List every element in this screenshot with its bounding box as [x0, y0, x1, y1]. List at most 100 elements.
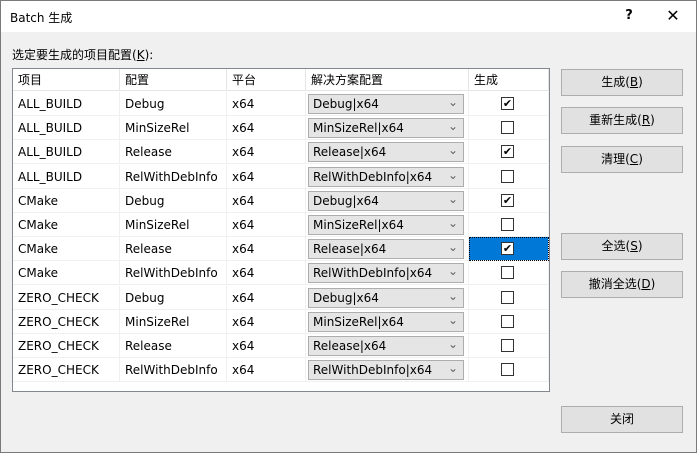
- solution-config-dropdown[interactable]: RelWithDebInfo|x64 ⌄: [308, 263, 464, 284]
- solution-config-dropdown[interactable]: Debug|x64 ⌄: [308, 94, 464, 114]
- platform-cell: x64: [227, 140, 306, 165]
- solution-config-cell: RelWithDebInfo|x64 ⌄: [306, 261, 469, 286]
- platform-cell: x64: [227, 309, 306, 334]
- project-config-grid[interactable]: 项目 配置 平台 解决方案配置 生成 ALL_BUILD Debug x64 Debu…: [12, 68, 550, 392]
- solution-config-cell: Release|x64 ⌄: [306, 140, 469, 165]
- chevron-down-icon: ⌄: [447, 119, 458, 134]
- project-cell: ALL_BUILD: [13, 116, 120, 141]
- solution-config-cell: MinSizeRel|x64 ⌄: [306, 309, 469, 334]
- checkmark-icon: ✔: [502, 145, 513, 159]
- solution-config-dropdown[interactable]: Release|x64 ⌄: [308, 239, 464, 260]
- build-checkbox[interactable]: ✔: [501, 97, 514, 110]
- solution-config-dropdown[interactable]: MinSizeRel|x64 ⌄: [308, 118, 464, 139]
- project-cell: ZERO_CHECK: [13, 334, 120, 358]
- platform-cell: x64: [227, 116, 306, 141]
- table-row[interactable]: ZERO_CHECK Debug x64 Debug|x64 ⌄: [13, 285, 549, 310]
- solution-config-dropdown[interactable]: Debug|x64 ⌄: [308, 287, 464, 308]
- table-row[interactable]: ALL_BUILD RelWithDebInfo x64 RelWithDebInfo…: [13, 164, 549, 189]
- config-cell: MinSizeRel: [120, 116, 227, 141]
- deselect-all-button[interactable]: 撤消全选(D): [561, 271, 683, 298]
- project-cell: ALL_BUILD: [13, 92, 120, 116]
- solution-config-dropdown[interactable]: MinSizeRel|x64 ⌄: [308, 215, 464, 235]
- grid-header: 项目 配置 平台 解决方案配置 生成: [13, 69, 549, 91]
- solution-config-dropdown[interactable]: Debug|x64 ⌄: [308, 190, 464, 211]
- close-window-icon[interactable]: ✕: [662, 6, 684, 26]
- config-cell: Release: [120, 237, 227, 262]
- solution-config-value: Debug|x64: [313, 97, 379, 111]
- solution-config-dropdown[interactable]: Release|x64 ⌄: [308, 142, 464, 163]
- table-row[interactable]: ALL_BUILD Release x64 Release|x64 ⌄ ✔: [13, 140, 549, 165]
- config-cell: RelWithDebInfo: [120, 358, 227, 383]
- project-cell: ZERO_CHECK: [13, 358, 120, 383]
- build-checkbox[interactable]: ✔: [501, 145, 514, 159]
- solution-config-dropdown[interactable]: Release|x64 ⌄: [308, 336, 464, 356]
- config-cell: MinSizeRel: [120, 213, 227, 237]
- chevron-down-icon: ⌄: [447, 312, 458, 327]
- header-project[interactable]: 项目: [13, 69, 120, 91]
- platform-cell: x64: [227, 261, 306, 286]
- table-row[interactable]: CMake RelWithDebInfo x64 RelWithDebInfo|x64…: [13, 261, 549, 286]
- checkmark-icon: ✔: [502, 242, 513, 256]
- solution-config-value: MinSizeRel|x64: [313, 218, 404, 232]
- config-cell: Debug: [120, 188, 227, 213]
- table-row[interactable]: ZERO_CHECK RelWithDebInfo x64 RelWithDebInf…: [13, 358, 549, 383]
- build-cell: ✔: [469, 92, 549, 116]
- project-config-label: 选定要生成的项目配置(K):: [12, 48, 154, 62]
- solution-config-value: Release|x64: [313, 339, 387, 353]
- build-checkbox[interactable]: [501, 363, 514, 377]
- chevron-down-icon: ⌄: [447, 216, 458, 230]
- chevron-down-icon: ⌄: [447, 288, 458, 303]
- build-cell: [469, 358, 549, 383]
- checkmark-icon: ✔: [502, 193, 513, 207]
- table-row[interactable]: ZERO_CHECK Release x64 Release|x64 ⌄: [13, 334, 549, 358]
- solution-config-cell: Debug|x64 ⌄: [306, 92, 469, 116]
- build-checkbox[interactable]: [501, 218, 514, 231]
- build-checkbox[interactable]: [501, 314, 514, 328]
- close-button[interactable]: 关闭: [561, 406, 683, 433]
- chevron-down-icon: ⌄: [447, 361, 458, 376]
- clean-button[interactable]: 清理(C): [561, 146, 683, 173]
- solution-config-cell: MinSizeRel|x64 ⌄: [306, 116, 469, 141]
- select-all-button[interactable]: 全选(S): [561, 233, 683, 260]
- config-cell: Release: [120, 140, 227, 165]
- batch-build-dialog: Batch 生成 ? ✕ 选定要生成的项目配置(K): 项目 配置 平台 解决方…: [0, 0, 697, 453]
- build-cell: ✔: [469, 140, 549, 165]
- solution-config-cell: MinSizeRel|x64 ⌄: [306, 213, 469, 237]
- build-button[interactable]: 生成(B): [561, 69, 683, 96]
- platform-cell: x64: [227, 334, 306, 358]
- build-cell: ✔: [469, 188, 549, 213]
- header-platform[interactable]: 平台: [227, 69, 306, 91]
- header-config[interactable]: 配置: [120, 69, 227, 91]
- build-checkbox[interactable]: [501, 339, 514, 352]
- table-row[interactable]: ZERO_CHECK MinSizeRel x64 MinSizeRel|x64 ⌄: [13, 309, 549, 334]
- build-checkbox[interactable]: [501, 266, 514, 280]
- solution-config-dropdown[interactable]: MinSizeRel|x64 ⌄: [308, 311, 464, 332]
- checkmark-icon: ✔: [502, 97, 513, 110]
- header-solution-config[interactable]: 解决方案配置: [306, 69, 469, 91]
- build-cell: [469, 116, 549, 141]
- build-checkbox[interactable]: [501, 169, 514, 183]
- build-checkbox[interactable]: ✔: [501, 242, 514, 256]
- solution-config-cell: RelWithDebInfo|x64 ⌄: [306, 358, 469, 383]
- table-row[interactable]: ALL_BUILD MinSizeRel x64 MinSizeRel|x64 ⌄: [13, 116, 549, 141]
- solution-config-dropdown[interactable]: RelWithDebInfo|x64 ⌄: [308, 360, 464, 381]
- solution-config-value: RelWithDebInfo|x64: [313, 169, 433, 184]
- table-row[interactable]: CMake Debug x64 Debug|x64 ⌄ ✔: [13, 188, 549, 213]
- solution-config-dropdown[interactable]: RelWithDebInfo|x64 ⌄: [308, 166, 464, 187]
- build-checkbox[interactable]: [501, 121, 514, 135]
- header-build[interactable]: 生成: [469, 69, 549, 91]
- help-button[interactable]: ?: [619, 6, 639, 26]
- config-cell: Release: [120, 334, 227, 358]
- table-row[interactable]: CMake MinSizeRel x64 MinSizeRel|x64 ⌄: [13, 213, 549, 237]
- title-bar: Batch 生成 ? ✕: [1, 1, 696, 32]
- rebuild-button[interactable]: 重新生成(R): [561, 107, 683, 134]
- platform-cell: x64: [227, 213, 306, 237]
- table-row[interactable]: ALL_BUILD Debug x64 Debug|x64 ⌄ ✔: [13, 92, 549, 116]
- build-checkbox[interactable]: [501, 290, 514, 304]
- project-cell: ZERO_CHECK: [13, 285, 120, 310]
- table-row[interactable]: CMake Release x64 Release|x64 ⌄ ✔: [13, 237, 549, 262]
- build-cell: [469, 285, 549, 310]
- build-checkbox[interactable]: ✔: [501, 193, 514, 207]
- config-cell: Debug: [120, 92, 227, 116]
- build-cell: [469, 334, 549, 358]
